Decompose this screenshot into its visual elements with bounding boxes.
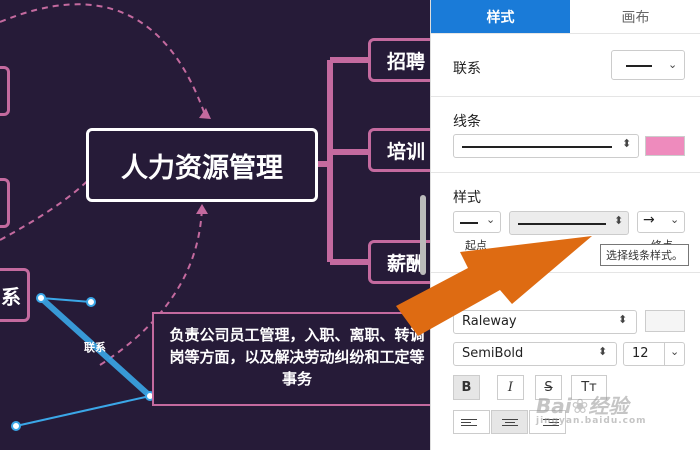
- panel-tabs: 样式 画布: [431, 0, 700, 34]
- branch-node-recruit[interactable]: 招聘: [368, 38, 430, 82]
- chevron-down-icon: ⌄: [486, 213, 496, 226]
- mindmap-canvas[interactable]: 系 人力资源管理 招聘 培训 薪酬 联系 负责公司员工管理，入职、离职、转调岗等…: [0, 0, 430, 450]
- start-style-dropdown[interactable]: ⌄: [453, 211, 501, 233]
- dashed-relation-top: [0, 3, 206, 116]
- line-style-tooltip: 选择线条样式。: [600, 244, 689, 266]
- line-section-label: 线条: [453, 114, 481, 130]
- line-pattern-dropdown[interactable]: ⬍: [509, 211, 629, 235]
- relation-line-dropdown[interactable]: ⌄: [611, 50, 685, 80]
- bold-button[interactable]: B: [453, 375, 480, 400]
- relation-control-line-2: [15, 395, 151, 427]
- watermark-text: Bai❀经验: [536, 394, 629, 418]
- format-panel: 样式 画布 联系 ⌄ 线条 ⬍ 样式 ⌄ ⬍ → ⌄ 起点 终点 Raleway…: [430, 0, 700, 450]
- branch-connector: [318, 57, 368, 265]
- relation-label[interactable]: 联系: [84, 339, 106, 355]
- font-family-select[interactable]: Raleway ⬍: [453, 310, 637, 334]
- relation-section-label: 联系: [453, 61, 481, 77]
- left-topic-node-2[interactable]: [0, 178, 10, 228]
- tab-canvas[interactable]: 画布: [570, 0, 700, 33]
- font-family-value: Raleway: [462, 314, 517, 329]
- italic-button[interactable]: I: [497, 375, 524, 400]
- description-node[interactable]: 负责公司员工管理，入职、离职、转调岗等方面，以及解决劳动纠纷和工定等事务: [152, 312, 430, 406]
- chevron-down-icon: ⌄: [670, 213, 680, 226]
- arrow-right-icon: →: [643, 212, 655, 228]
- divider: [431, 172, 700, 173]
- left-node-text: 系: [1, 284, 21, 309]
- start-point-label: 起点: [465, 239, 487, 252]
- central-topic-text: 人力资源管理: [121, 152, 283, 184]
- end-style-dropdown[interactable]: → ⌄: [637, 211, 685, 233]
- font-weight-select[interactable]: SemiBold ⬍: [453, 342, 617, 366]
- line-preview-icon: [462, 146, 612, 148]
- watermark-subtext: jingyan.baidu.com: [536, 416, 647, 426]
- central-topic[interactable]: 人力资源管理: [86, 128, 318, 202]
- arrowhead-top: [199, 108, 211, 119]
- align-center-button[interactable]: [491, 410, 528, 434]
- tab-style[interactable]: 样式: [431, 0, 570, 33]
- updown-chevron-icon: ⬍: [614, 214, 624, 227]
- arrowhead-bottom: [196, 204, 208, 214]
- line-preview-icon: [626, 65, 652, 67]
- canvas-scrollbar[interactable]: [420, 195, 426, 275]
- updown-chevron-icon: ⬍: [598, 345, 608, 358]
- divider: [431, 272, 700, 273]
- divider: [664, 343, 665, 365]
- align-left-button[interactable]: [453, 410, 490, 434]
- branch-node-training[interactable]: 培训: [368, 128, 430, 172]
- chevron-down-icon: ⌄: [668, 58, 678, 71]
- chevron-down-icon: ⌄: [670, 345, 680, 358]
- font-size-select[interactable]: 12 ⌄: [623, 342, 685, 366]
- style-section-label: 样式: [453, 190, 481, 206]
- relation-control-handle-1[interactable]: [86, 297, 96, 307]
- relation-control-handle-2[interactable]: [11, 421, 21, 431]
- left-topic-node-1[interactable]: [0, 66, 10, 116]
- left-topic-node-3[interactable]: 系: [0, 268, 30, 322]
- font-size-value: 12: [632, 346, 649, 361]
- font-weight-value: SemiBold: [462, 346, 524, 361]
- line-color-swatch[interactable]: [645, 136, 685, 156]
- updown-chevron-icon: ⬍: [618, 313, 628, 326]
- line-start-icon: [460, 222, 478, 224]
- divider: [431, 96, 700, 97]
- watermark-logo: Bai❀经验 jingyan.baidu.com: [536, 390, 647, 426]
- updown-chevron-icon: ⬍: [622, 137, 632, 150]
- text-color-swatch[interactable]: [645, 310, 685, 332]
- branch-text: 招聘: [387, 50, 426, 73]
- line-pattern-icon: [518, 223, 606, 225]
- branch-text: 培训: [387, 140, 426, 163]
- relation-handle-start[interactable]: [36, 293, 46, 303]
- line-style-dropdown[interactable]: ⬍: [453, 134, 639, 158]
